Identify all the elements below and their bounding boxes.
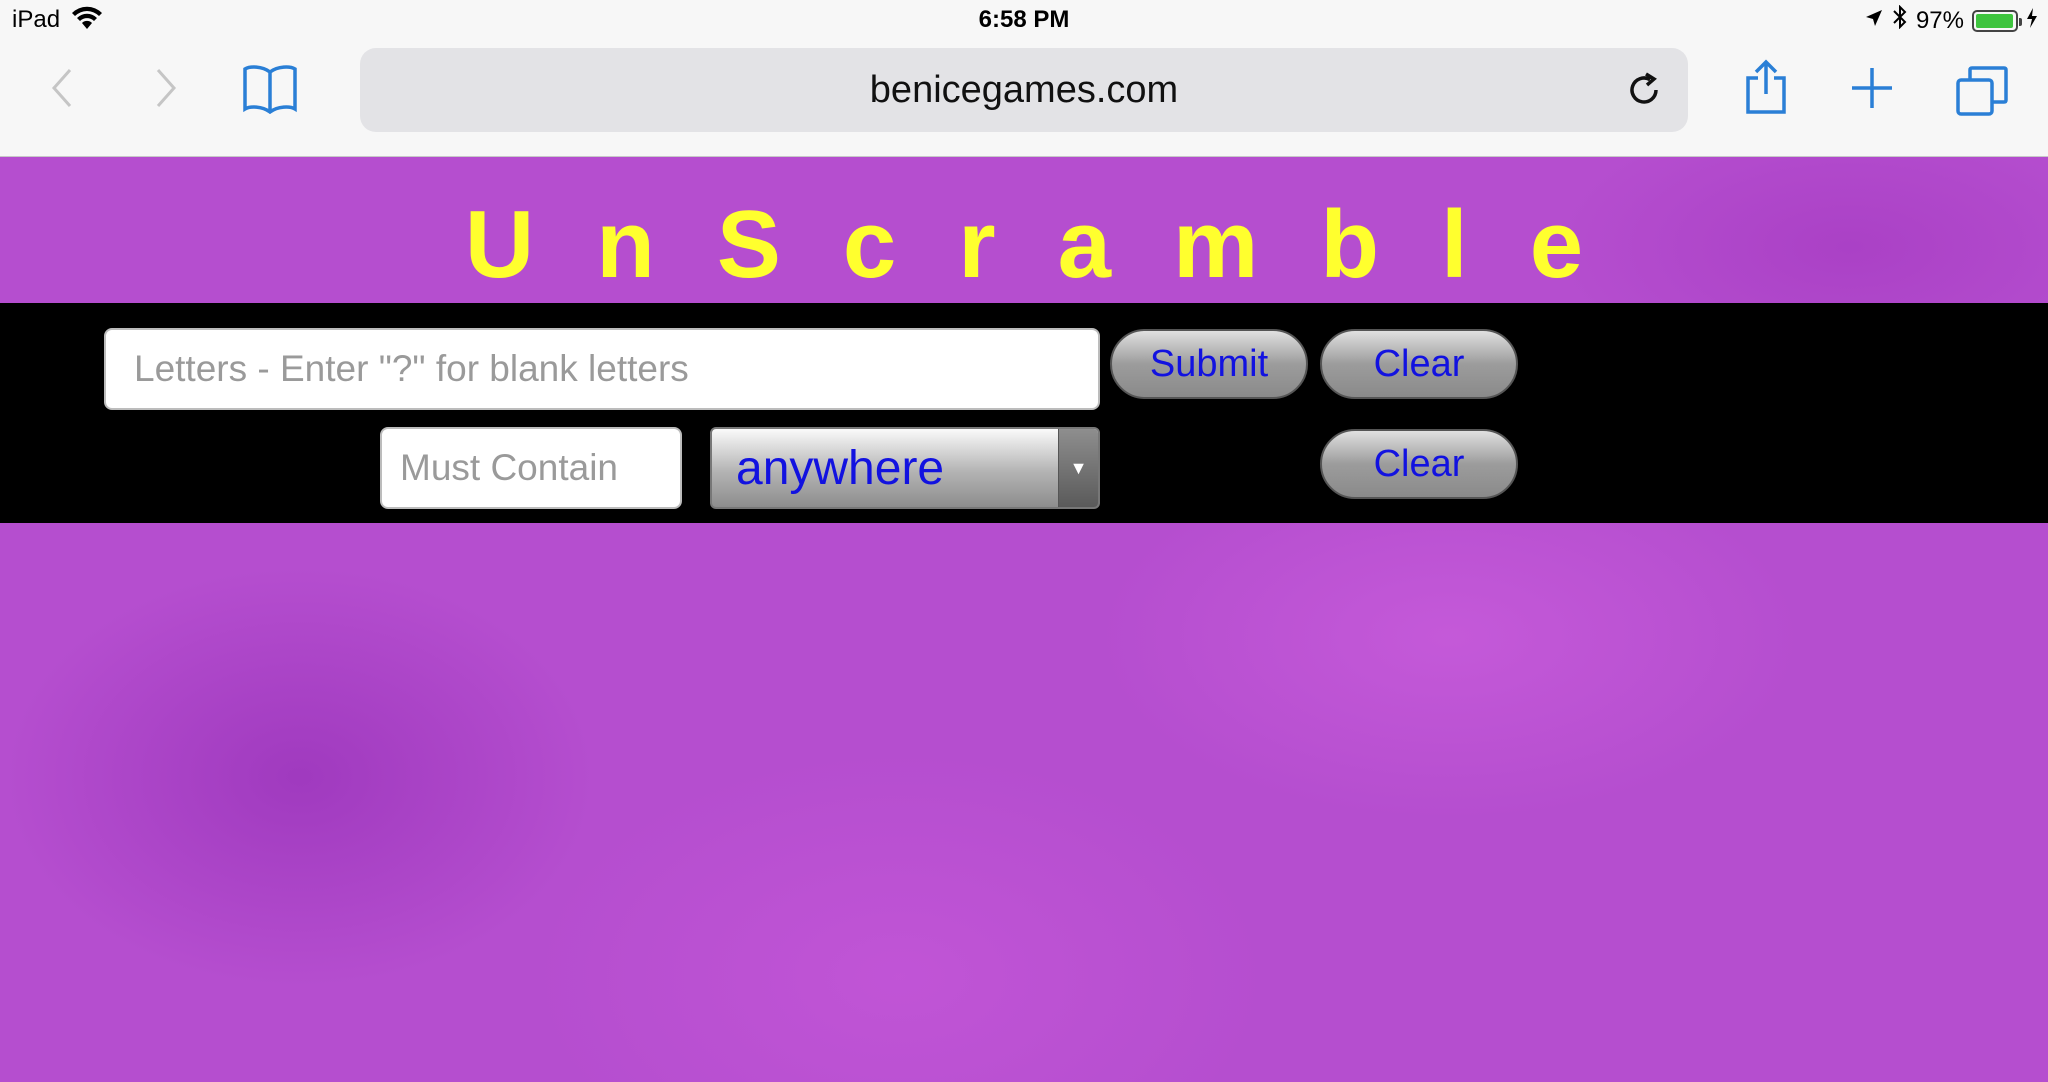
position-select[interactable]: anywhere ▼ [710, 427, 1100, 509]
clock: 6:58 PM [978, 6, 1070, 33]
chevron-down-icon: ▼ [1058, 429, 1098, 507]
charging-icon [2026, 7, 2038, 35]
forward-icon[interactable] [144, 66, 188, 110]
address-bar[interactable]: benicegames.com [360, 48, 1688, 132]
bookmarks-icon[interactable] [242, 64, 298, 114]
clear-letters-button[interactable]: Clear [1320, 329, 1518, 399]
battery-percent: 97% [1915, 6, 1964, 34]
letters-input[interactable] [104, 328, 1100, 410]
must-contain-input[interactable] [380, 427, 682, 509]
position-select-value: anywhere [736, 441, 945, 495]
back-icon[interactable] [40, 66, 84, 110]
search-form: Submit Clear anywhere ▼ Clear [0, 303, 2048, 523]
url-text: benicegames.com [869, 68, 1179, 111]
location-icon [1864, 7, 1884, 35]
bluetooth-icon [1892, 4, 1908, 36]
new-tab-icon[interactable] [1850, 66, 1894, 110]
reload-icon[interactable] [1622, 68, 1666, 112]
title-row: UnScramble [0, 157, 2048, 303]
status-right-group: 97% [1864, 4, 2038, 36]
clear-contain-button[interactable]: Clear [1320, 429, 1518, 499]
page-title: UnScramble [464, 191, 1646, 298]
battery-icon [1972, 9, 2022, 32]
page-content: UnScramble Submit Clear anywhere ▼ Clear [0, 157, 2048, 1082]
status-bar: iPad 6:58 PM 97% [0, 0, 2048, 40]
share-icon[interactable] [1744, 58, 1788, 116]
tabs-icon[interactable] [1956, 66, 2008, 116]
submit-button[interactable]: Submit [1110, 329, 1308, 399]
browser-toolbar: benicegames.com [0, 40, 2048, 157]
